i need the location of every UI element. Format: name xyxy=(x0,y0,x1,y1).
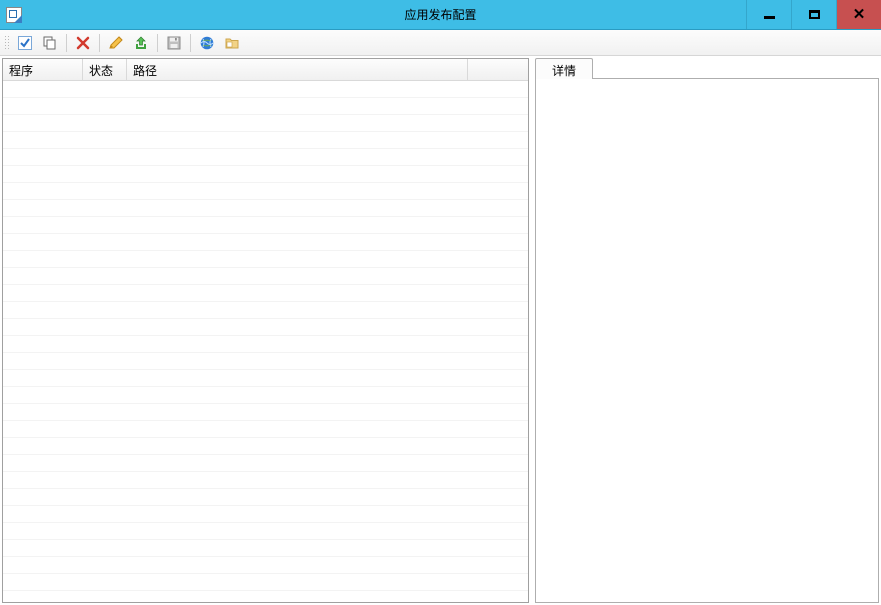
table-row xyxy=(3,353,528,370)
table-row xyxy=(3,540,528,557)
table-row xyxy=(3,489,528,506)
copy-button[interactable] xyxy=(39,32,61,54)
window-controls: ✕ xyxy=(746,0,881,29)
delete-icon xyxy=(75,35,91,51)
folder-button[interactable] xyxy=(221,32,243,54)
toolbar xyxy=(0,30,881,56)
toolbar-separator xyxy=(99,34,100,52)
table-row xyxy=(3,387,528,404)
select-all-button[interactable] xyxy=(14,32,36,54)
column-header-status[interactable]: 状态 xyxy=(83,59,127,80)
detail-panel: 详情 xyxy=(535,58,879,603)
maximize-button[interactable] xyxy=(791,0,836,29)
delete-button[interactable] xyxy=(72,32,94,54)
table-row xyxy=(3,574,528,591)
table-row xyxy=(3,455,528,472)
table-row xyxy=(3,183,528,200)
column-header-path[interactable]: 路径 xyxy=(127,59,468,80)
table-row xyxy=(3,268,528,285)
table-row xyxy=(3,438,528,455)
table-row xyxy=(3,98,528,115)
toolbar-separator xyxy=(66,34,67,52)
table-row xyxy=(3,421,528,438)
app-icon xyxy=(6,7,22,23)
close-button[interactable]: ✕ xyxy=(836,0,881,29)
globe-icon xyxy=(199,35,215,51)
content-area: 程序 状态 路径 xyxy=(0,56,881,605)
table-row xyxy=(3,251,528,268)
web-button[interactable] xyxy=(196,32,218,54)
tab-detail[interactable]: 详情 xyxy=(535,58,593,79)
table-row xyxy=(3,200,528,217)
table-row xyxy=(3,336,528,353)
tab-row: 详情 xyxy=(535,58,879,79)
list-body[interactable] xyxy=(3,81,528,602)
pencil-icon xyxy=(108,35,124,51)
table-row xyxy=(3,472,528,489)
table-row xyxy=(3,217,528,234)
minimize-button[interactable] xyxy=(746,0,791,29)
table-row xyxy=(3,115,528,132)
column-header-spacer xyxy=(468,59,528,80)
export-button[interactable] xyxy=(130,32,152,54)
table-row xyxy=(3,234,528,251)
table-row xyxy=(3,166,528,183)
export-up-icon xyxy=(133,35,149,51)
window-title: 应用发布配置 xyxy=(404,6,476,23)
toolbar-separator xyxy=(157,34,158,52)
save-button[interactable] xyxy=(163,32,185,54)
table-row xyxy=(3,523,528,540)
list-header: 程序 状态 路径 xyxy=(3,59,528,81)
folder-icon xyxy=(224,35,240,51)
table-row xyxy=(3,81,528,98)
edit-button[interactable] xyxy=(105,32,127,54)
toolbar-separator xyxy=(190,34,191,52)
table-row xyxy=(3,506,528,523)
toolbar-grip xyxy=(4,35,9,51)
table-row xyxy=(3,285,528,302)
detail-body xyxy=(535,78,879,603)
table-row xyxy=(3,302,528,319)
titlebar[interactable]: 应用发布配置 ✕ xyxy=(0,0,881,30)
table-row xyxy=(3,319,528,336)
table-row xyxy=(3,132,528,149)
program-list-panel: 程序 状态 路径 xyxy=(2,58,529,603)
floppy-icon xyxy=(166,35,182,51)
table-row xyxy=(3,557,528,574)
table-row xyxy=(3,370,528,387)
column-header-program[interactable]: 程序 xyxy=(3,59,83,80)
table-row xyxy=(3,404,528,421)
table-row xyxy=(3,149,528,166)
checkbox-icon xyxy=(17,35,33,51)
copy-icon xyxy=(42,35,58,51)
